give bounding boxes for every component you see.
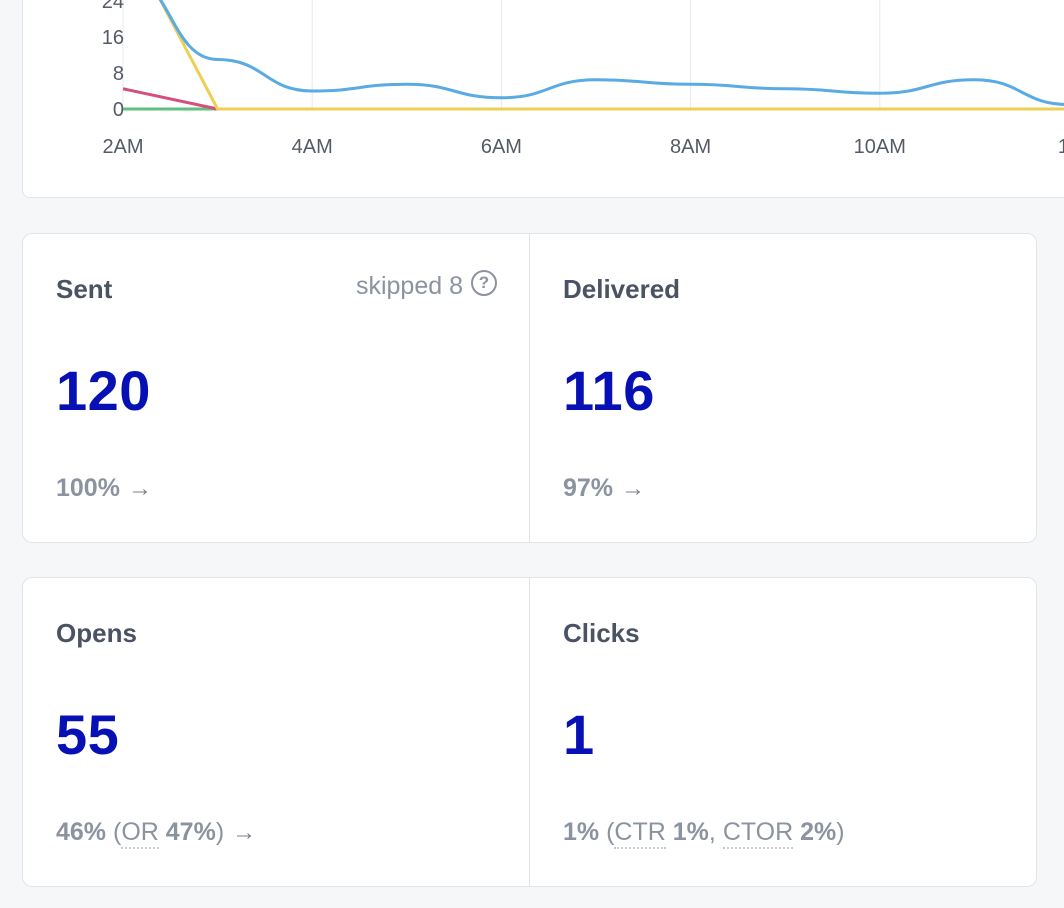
y-tick-label: 24 [102,0,124,13]
arrow-right-icon[interactable]: → [232,819,256,847]
question-circle-icon[interactable]: ? [471,269,497,296]
ctr-value: 1% [672,818,709,846]
delivered-footer[interactable]: 97% → [563,474,645,503]
y-tick-label: 8 [113,63,124,85]
series-line [158,0,1064,111]
x-tick-label: 4AM [292,136,333,158]
or-value: 47% [165,818,216,846]
series-line [158,0,1064,106]
sent-percent: 100% [56,474,120,502]
series-line [122,87,1064,111]
opens-percent: 46% [56,818,107,846]
sent-stat[interactable]: Sent skipped 8 ? 120 100% → [23,234,529,542]
skipped-label: skipped 8 [355,272,463,300]
clicks-value: 1 [563,703,595,766]
ctor-label: CTOR [722,818,794,849]
opens-value: 55 [56,703,120,766]
delivered-value: 116 [563,359,655,422]
ctr-label: CTR [614,818,666,849]
clicks-footer: 1% (CTR 1%, CTOR 2%) [563,818,845,849]
stats-row-1: Sent skipped 8 ? 120 100% → Delivered 116… [22,233,1037,543]
stats-row-2: Opens 55 46% (OR 47%) → Clicks 1 1% (CTR … [22,577,1037,887]
opens-title: Opens [56,618,137,648]
sent-value: 120 [56,359,151,422]
y-tick-label: 16 [102,27,124,49]
delivered-title: Delivered [563,274,681,304]
clicks-stat[interactable]: Clicks 1 1% (CTR 1%, CTOR 2%) [530,578,1036,886]
arrow-right-icon[interactable]: → [128,475,152,503]
opens-footer[interactable]: 46% (OR 47%) → [56,818,256,849]
clicks-percent: 1% [563,818,600,846]
or-label: OR [121,818,159,849]
x-tick-label: 6AM [481,136,522,158]
y-tick-label: 0 [113,99,124,121]
x-tick-label: 12 [1058,136,1064,158]
delivered-stat[interactable]: Delivered 116 97% → [530,234,1036,542]
ctor-value: 2% [800,818,837,846]
skipped-info[interactable]: skipped 8 ? [355,269,497,301]
x-tick-label: 8AM [670,136,711,158]
chart-card: 24 16 8 0 2AM 4AM 6AM 8AM 10AM 12 [22,0,1064,198]
delivered-percent: 97% [563,474,614,502]
x-tick-label: 2AM [102,136,143,158]
clicks-title: Clicks [563,618,640,648]
line-chart: 24 16 8 0 2AM 4AM 6AM 8AM 10AM 12 [102,0,1064,158]
opens-stat[interactable]: Opens 55 46% (OR 47%) → [23,578,529,886]
x-tick-label: 10AM [854,136,906,158]
arrow-right-icon[interactable]: → [621,475,645,503]
sent-footer[interactable]: 100% → [56,474,152,503]
sent-title: Sent [56,274,113,304]
